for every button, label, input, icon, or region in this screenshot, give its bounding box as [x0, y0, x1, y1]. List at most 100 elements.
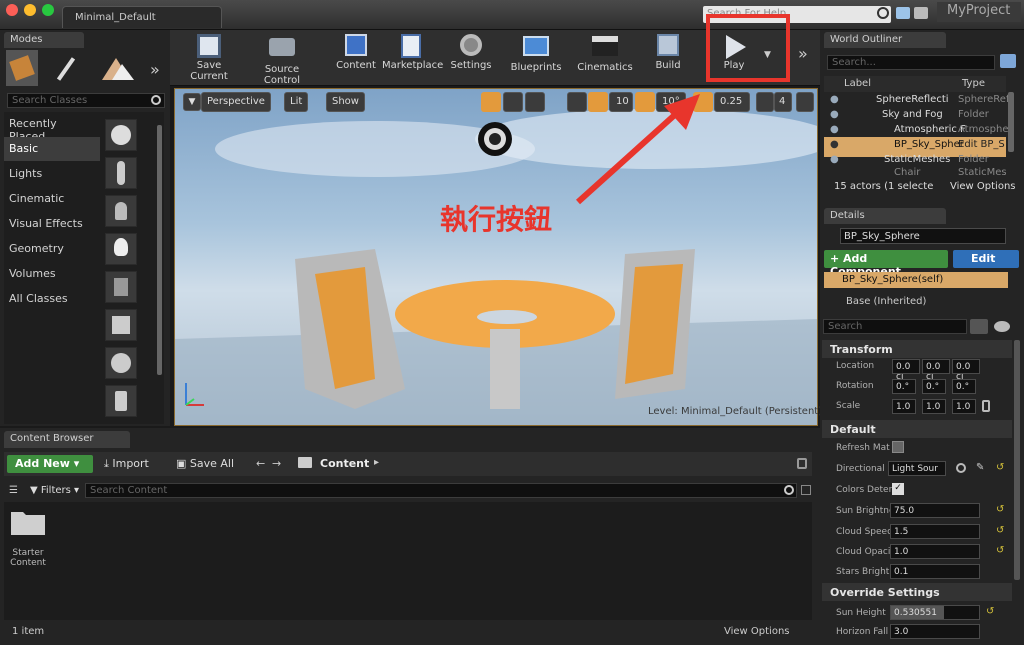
path-content[interactable]: Content: [320, 457, 369, 470]
sources-toggle-icon[interactable]: ☰: [9, 485, 18, 496]
back-arrow-icon[interactable]: ←: [256, 457, 265, 470]
content-browser-tab[interactable]: Content Browser: [4, 431, 130, 448]
rotation-z-field[interactable]: 0.°: [952, 379, 976, 394]
outliner-view-options[interactable]: View Options: [950, 181, 1016, 192]
override-settings-header[interactable]: Override Settings: [822, 583, 1012, 601]
lock-icon[interactable]: [797, 458, 807, 469]
visibility-icon[interactable]: ●: [830, 139, 839, 150]
component-self-row[interactable]: BP_Sky_Sphere(self): [824, 272, 1008, 288]
picker-icon[interactable]: ✎: [976, 462, 988, 474]
content-view-options[interactable]: View Options: [724, 626, 790, 637]
details-scrollbar[interactable]: [1014, 340, 1020, 580]
level-viewport[interactable]: ▼: [174, 88, 818, 426]
search-classes-input[interactable]: Search Classes: [7, 93, 165, 108]
close-window-button[interactable]: [6, 4, 18, 16]
default-section-header[interactable]: Default: [822, 420, 1012, 438]
character-icon[interactable]: [105, 157, 137, 189]
show-button[interactable]: Show: [326, 92, 365, 112]
modes-overflow-icon[interactable]: »: [150, 60, 160, 79]
modes-tab[interactable]: Modes: [4, 32, 84, 48]
cylinder-icon[interactable]: [105, 385, 137, 417]
details-search-input[interactable]: Search: [823, 319, 967, 334]
reset-default-icon[interactable]: ↺: [996, 525, 1004, 536]
cinematics-button[interactable]: Cinematics: [574, 34, 636, 80]
scale-z-field[interactable]: 1.0: [952, 399, 976, 414]
outliner-row[interactable]: Chair StaticMesl: [824, 167, 1006, 177]
location-z-field[interactable]: 0.0 cı: [952, 359, 980, 382]
location-x-field[interactable]: 0.0 cı: [892, 359, 920, 382]
scale-x-field[interactable]: 1.0: [892, 399, 916, 414]
blueprints-button[interactable]: Blueprints: [506, 34, 566, 80]
category-volumes[interactable]: Volumes: [4, 262, 100, 286]
cube-icon[interactable]: [105, 309, 137, 341]
create-folder-icon[interactable]: [1000, 54, 1016, 68]
save-current-button[interactable]: Save Current: [178, 34, 240, 82]
lit-button[interactable]: Lit: [284, 92, 309, 112]
transform-section-header[interactable]: Transform: [822, 340, 1012, 358]
horizon-falloff-field[interactable]: 3.0: [890, 624, 980, 639]
category-lights[interactable]: Lights: [4, 162, 100, 186]
rotation-x-field[interactable]: 0.°: [892, 379, 916, 394]
reset-default-icon[interactable]: ↺: [996, 504, 1004, 515]
landscape-mode-icon[interactable]: [96, 50, 140, 86]
location-y-field[interactable]: 0.0 cı: [922, 359, 950, 382]
visibility-icon[interactable]: ●: [830, 109, 839, 120]
sphere-icon[interactable]: [105, 347, 137, 379]
forward-arrow-icon[interactable]: →: [272, 457, 281, 470]
starter-content-label[interactable]: Starter Content: [8, 548, 48, 568]
viewport-options-dropdown[interactable]: ▼: [183, 93, 201, 111]
player-start-icon[interactable]: [105, 271, 137, 303]
scale-y-field[interactable]: 1.0: [922, 399, 946, 414]
add-component-button[interactable]: + Add Component: [824, 250, 948, 278]
source-control-button[interactable]: Source Control: [246, 34, 318, 86]
import-button[interactable]: ⤓ Import: [104, 457, 149, 471]
eye-icon[interactable]: [994, 321, 1010, 332]
property-matrix-icon[interactable]: [970, 319, 988, 334]
starter-content-folder-icon[interactable]: [10, 508, 46, 536]
maximize-window-button[interactable]: [42, 4, 54, 16]
reset-default-icon[interactable]: ↺: [996, 545, 1004, 556]
place-mode-icon[interactable]: [6, 50, 38, 86]
refresh-material-checkbox[interactable]: [892, 441, 904, 453]
save-search-icon[interactable]: [801, 485, 811, 495]
add-new-button[interactable]: Add New ▾: [7, 455, 93, 473]
directional-light-dropdown[interactable]: Light Sour: [888, 461, 946, 476]
category-visual-effects[interactable]: Visual Effects: [4, 212, 100, 236]
category-all-classes[interactable]: All Classes: [4, 287, 100, 311]
sun-height-field[interactable]: 0.530551: [890, 605, 980, 620]
empty-actor-icon[interactable]: [105, 119, 137, 151]
base-inherited-row[interactable]: Base (Inherited): [824, 294, 1008, 310]
pawn-icon[interactable]: [105, 195, 137, 227]
rotate-tool-icon[interactable]: [503, 92, 523, 112]
paint-mode-icon[interactable]: [48, 50, 88, 86]
cloud-speed-field[interactable]: 1.5: [890, 524, 980, 539]
build-button[interactable]: Build: [650, 34, 686, 80]
reset-default-icon[interactable]: ↺: [986, 606, 994, 617]
camera-speed-value[interactable]: 4: [774, 92, 792, 112]
notification-icon[interactable]: [914, 7, 928, 19]
level-tab[interactable]: Minimal_Default: [62, 6, 222, 28]
settings-button[interactable]: Settings: [446, 34, 496, 80]
rotation-y-field[interactable]: 0.°: [922, 379, 946, 394]
maximize-viewport-icon[interactable]: [796, 92, 814, 112]
content-search-input[interactable]: Search Content: [85, 483, 797, 498]
category-recently-placed[interactable]: Recently Placed: [4, 112, 100, 143]
actor-name-field[interactable]: BP_Sky_Sphere: [840, 228, 1006, 244]
category-cinematic[interactable]: Cinematic: [4, 187, 100, 211]
scale-snap-value[interactable]: 0.25: [714, 92, 750, 112]
outliner-scrollbar[interactable]: [1008, 92, 1014, 152]
visibility-icon[interactable]: ●: [830, 94, 839, 105]
edit-blueprint-button[interactable]: Edit: [953, 250, 1019, 268]
category-geometry[interactable]: Geometry: [4, 237, 100, 261]
lock-scale-icon[interactable]: [982, 400, 990, 412]
scale-label[interactable]: Scale: [836, 401, 860, 411]
perspective-button[interactable]: Perspective: [201, 92, 271, 112]
sun-brightness-field[interactable]: 75.0: [890, 503, 980, 518]
browse-icon[interactable]: [956, 463, 966, 473]
location-label[interactable]: Location: [836, 361, 874, 371]
path-chevron-icon[interactable]: ▸: [374, 457, 379, 468]
visibility-icon[interactable]: ●: [830, 154, 839, 165]
colors-determined-checkbox[interactable]: ✓: [892, 483, 904, 495]
rotation-label[interactable]: Rotation: [836, 381, 874, 391]
translate-tool-icon[interactable]: [481, 92, 501, 112]
